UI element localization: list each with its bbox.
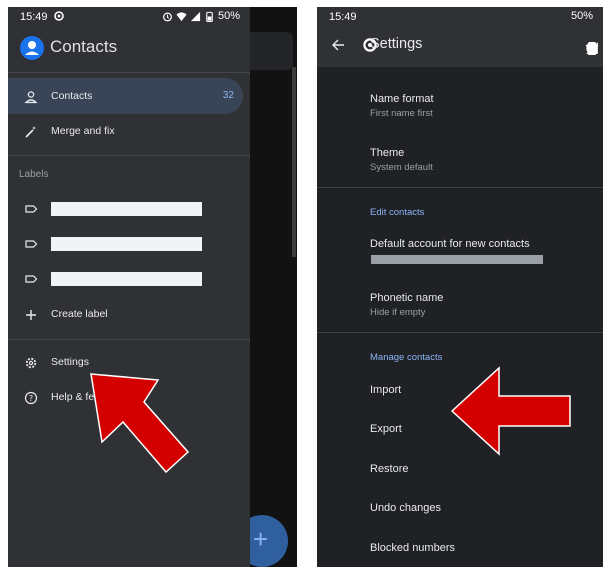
help-icon: ? bbox=[24, 391, 38, 405]
red-arrow-pointer-icon bbox=[90, 373, 190, 474]
setting-phonetic-name[interactable]: Phonetic name Hide if empty bbox=[370, 292, 443, 318]
setting-undo-changes[interactable]: Undo changes bbox=[370, 502, 441, 514]
divider bbox=[317, 332, 603, 333]
setting-title: Theme bbox=[370, 147, 405, 159]
setting-title: Export bbox=[370, 423, 402, 435]
scrollbar[interactable] bbox=[292, 67, 296, 257]
create-label-button[interactable]: Create label bbox=[8, 300, 250, 330]
setting-title: Default account for new contacts bbox=[370, 238, 530, 250]
divider bbox=[8, 155, 250, 156]
create-label-text: Create label bbox=[51, 308, 108, 320]
label-tag-icon bbox=[25, 205, 38, 213]
battery-percent: 50% bbox=[217, 10, 240, 22]
battery-icon bbox=[206, 11, 213, 22]
gear-icon bbox=[25, 357, 37, 369]
setting-title: Blocked numbers bbox=[370, 542, 455, 554]
contacts-drawer-screen: + 15:49 50% Contacts Contacts 32 Merge a… bbox=[8, 7, 297, 567]
setting-title: Undo changes bbox=[370, 502, 441, 514]
divider bbox=[8, 339, 250, 340]
back-arrow-icon[interactable] bbox=[331, 38, 345, 52]
wifi-icon bbox=[176, 11, 187, 21]
setting-blocked-numbers[interactable]: Blocked numbers bbox=[370, 542, 455, 554]
signal-icon bbox=[190, 11, 201, 21]
edit-contacts-heading: Edit contacts bbox=[370, 207, 425, 218]
app-title: Contacts bbox=[50, 37, 118, 56]
wand-icon bbox=[25, 126, 37, 138]
battery-percent: 50% bbox=[570, 10, 593, 22]
setting-title: Phonetic name bbox=[370, 292, 444, 304]
nav-label: Contacts bbox=[51, 90, 93, 102]
labels-heading: Labels bbox=[19, 169, 49, 180]
notification-icon bbox=[54, 11, 64, 21]
status-time: 15:49 bbox=[329, 11, 357, 23]
label-item[interactable] bbox=[8, 264, 250, 294]
redacted-account-value bbox=[371, 255, 543, 264]
label-item[interactable] bbox=[8, 194, 250, 224]
setting-import[interactable]: Import bbox=[370, 384, 401, 396]
setting-title: Import bbox=[370, 384, 402, 396]
plus-icon bbox=[26, 310, 36, 320]
setting-title: Name format bbox=[370, 93, 434, 105]
setting-subtitle: System default bbox=[370, 162, 433, 173]
page-title: Settings bbox=[370, 36, 423, 52]
nav-item-merge-and-fix[interactable]: Merge and fix bbox=[8, 117, 250, 147]
divider bbox=[8, 72, 250, 73]
setting-theme[interactable]: Theme System default bbox=[370, 147, 433, 173]
label-tag-icon bbox=[25, 275, 38, 283]
label-item[interactable] bbox=[8, 229, 250, 259]
redacted-label-name bbox=[51, 202, 202, 216]
setting-subtitle: First name first bbox=[370, 108, 433, 119]
setting-title: Restore bbox=[370, 463, 409, 475]
setting-name-format[interactable]: Name format First name first bbox=[370, 93, 434, 119]
label-tag-icon bbox=[25, 240, 38, 248]
status-time: 15:49 bbox=[20, 11, 48, 23]
settings-screen: 15:49 50% Settings Name format First nam… bbox=[317, 7, 603, 567]
contacts-logo bbox=[20, 36, 44, 60]
nav-label: Merge and fix bbox=[51, 125, 115, 137]
settings-label: Settings bbox=[51, 356, 89, 368]
divider bbox=[317, 187, 603, 188]
battery-icon bbox=[587, 42, 597, 55]
svg-text:?: ? bbox=[29, 394, 33, 403]
status-bar: 15:49 50% bbox=[8, 7, 250, 27]
manage-contacts-heading: Manage contacts bbox=[370, 352, 443, 363]
setting-subtitle: Hide if empty bbox=[370, 307, 426, 318]
red-arrow-pointer-icon bbox=[450, 366, 571, 456]
settings-app-bar: 15:49 50% Settings bbox=[317, 7, 603, 67]
nav-item-contacts[interactable]: Contacts 32 bbox=[8, 82, 250, 112]
alarm-icon bbox=[163, 12, 172, 21]
redacted-label-name bbox=[51, 237, 202, 251]
setting-default-account[interactable]: Default account for new contacts bbox=[370, 238, 530, 250]
setting-export[interactable]: Export bbox=[370, 423, 402, 435]
status-bar: 15:49 50% bbox=[317, 7, 603, 55]
contacts-count: 32 bbox=[222, 90, 234, 101]
plus-icon: + bbox=[253, 524, 269, 554]
redacted-label-name bbox=[51, 272, 202, 286]
person-icon bbox=[24, 91, 38, 104]
setting-restore[interactable]: Restore bbox=[370, 463, 409, 475]
